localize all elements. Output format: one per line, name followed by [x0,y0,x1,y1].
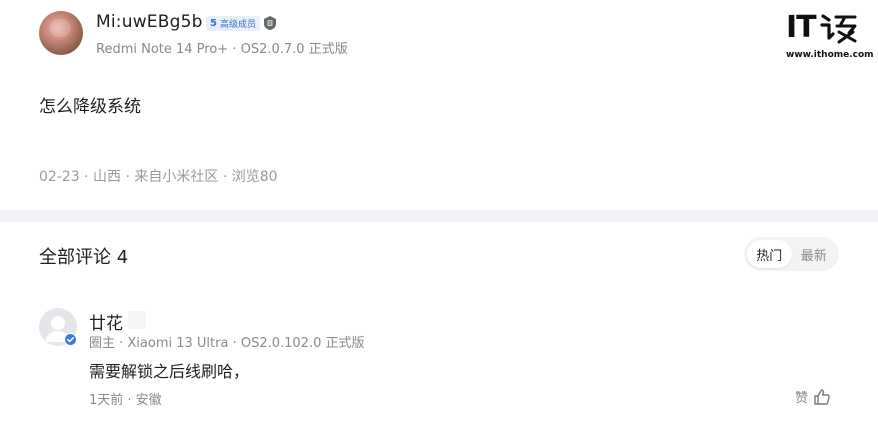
level-number: 5 [210,18,217,29]
ithome-logo-glyph [820,14,857,44]
post-meta: 02-23 · 山西 · 来自小米社区 · 浏览80 [39,169,278,185]
post-author-name[interactable]: Mi:uwEBg5b [96,12,203,32]
ithome-logo: IT www.ithome.com [786,10,874,62]
comment-text: 需要解锁之后线刷哈， [89,362,250,381]
comment-meta: 1天前 · 安徽 [89,393,162,408]
comment-author-badge-placeholder [128,311,146,329]
level-label: 高级成员 [219,20,256,30]
post-content: 怎么降级系统 [39,97,141,117]
level-badge: 5 高级成员 [206,16,260,31]
medal-icon [264,16,276,30]
like-label: 赞 [795,391,809,406]
comment-author-device: 圈主 · Xiaomi 13 Ultra · OS2.0.102.0 正式版 [89,336,365,351]
comment-author-name[interactable]: 廿花 [89,309,123,334]
verified-icon [64,333,77,346]
like-button[interactable]: 赞 [795,387,831,406]
thumbs-up-icon [814,388,830,405]
ithome-logo-text: IT [786,10,817,45]
sort-hot-tab[interactable]: 热门 [747,240,792,268]
post-author-avatar[interactable] [39,11,83,55]
comment-sort-toggle: 热门 最新 [744,237,839,271]
ithome-url: www.ithome.com [786,50,874,60]
section-divider [0,210,878,222]
post-page: Mi:uwEBg5b 5 高级成员 Redmi Note 14 Pro+ · O… [0,0,878,421]
comments-title: 全部评论 4 [39,247,129,268]
sort-latest-tab[interactable]: 最新 [792,240,837,268]
post-device-info: Redmi Note 14 Pro+ · OS2.0.7.0 正式版 [96,42,348,57]
